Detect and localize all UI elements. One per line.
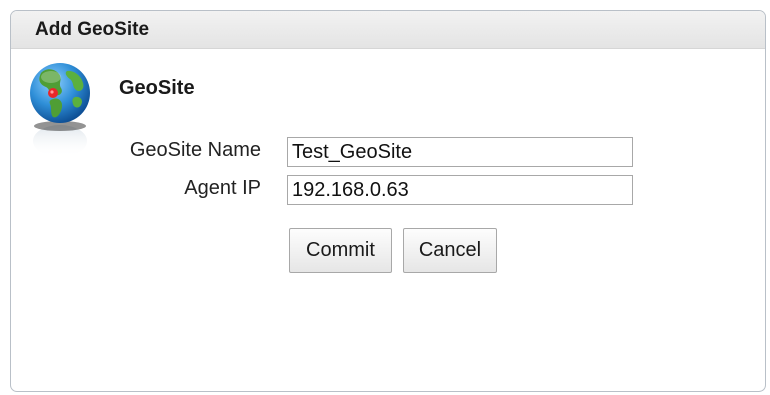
- dialog-titlebar: Add GeoSite: [11, 11, 765, 49]
- globe-icon: [30, 63, 90, 157]
- add-geosite-dialog: Add GeoSite GeoSite GeoSite Name Test_Ge…: [10, 10, 766, 392]
- geosite-name-label: GeoSite Name: [129, 139, 261, 161]
- geosite-name-input[interactable]: [287, 137, 633, 167]
- dialog-title: Add GeoSite: [35, 19, 150, 40]
- section-title: GeoSite: [119, 77, 195, 99]
- agent-ip-input[interactable]: [287, 175, 633, 205]
- agent-ip-label: Agent IP: [184, 177, 261, 199]
- cancel-button[interactable]: Cancel: [403, 228, 497, 273]
- commit-button[interactable]: Commit: [289, 228, 392, 273]
